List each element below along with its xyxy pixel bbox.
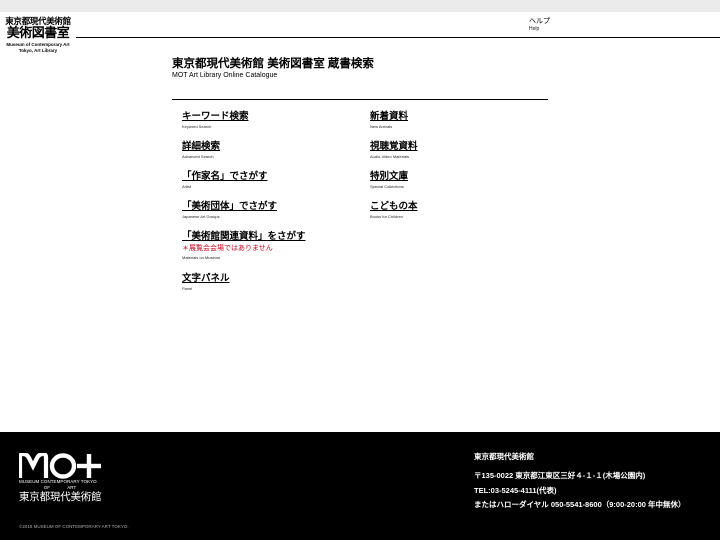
footer-address: 〒135-0022 東京都江東区三好４-１-１(木場公園内): [474, 471, 646, 480]
art-groups-search-link[interactable]: 「美術団体」でさがす Japanese Art Groups: [182, 201, 277, 220]
page-title: 東京都現代美術館 美術図書室 蔵書検索: [172, 58, 374, 70]
logo-english-line2: Tokyo, Art Library: [18, 48, 58, 53]
keyword-search-link[interactable]: キーワード検索 Keyword Search: [182, 111, 249, 130]
page-subtitle: MOT Art Library Online Catalogue: [172, 72, 278, 79]
footer-hello-dial: またはハローダイヤル 050-5541-8600（9:00-20:00 年中無休…: [474, 500, 686, 509]
menu-sublabel: Artist: [182, 184, 192, 189]
menu-sublabel: Advanced Search: [182, 154, 214, 159]
menu-label: 特別文庫: [370, 171, 409, 182]
menu-label: 「美術団体」でさがす: [182, 201, 278, 212]
library-logo[interactable]: 東京都現代美術館 美術図書室 Museum of Contemporary Ar…: [4, 16, 72, 54]
menu-label: 「美術館関連資料」をさがす: [182, 231, 306, 242]
childrens-books-link[interactable]: こどもの本 Books for Children: [370, 201, 418, 220]
menu-sublabel: New Arrivals: [370, 124, 393, 129]
copyright: ©2018 MUSEUM OF CONTEMPORARY ART TOKYO.: [19, 524, 129, 529]
advanced-search-link[interactable]: 詳細検索 Advanced Search: [182, 141, 220, 160]
menu-sublabel: Books for Children: [370, 214, 403, 219]
menu-note: ＊展覧会会場ではありません: [182, 245, 273, 252]
menu-label: こどもの本: [370, 201, 418, 212]
help-link[interactable]: ヘルプ Help: [529, 17, 550, 33]
menu-label: 視聴覚資料: [370, 141, 418, 152]
artist-search-link[interactable]: 「作家名」でさがす Artist: [182, 171, 268, 190]
mot-logo-line1: MUSEUM CONTEMPORARY TOKYO: [19, 479, 97, 484]
menu-sublabel: Materials on Museum: [182, 255, 221, 260]
panel-link[interactable]: 文字パネル Panel: [182, 273, 230, 292]
audio-video-link[interactable]: 視聴覚資料 Audio-Video Materials: [370, 141, 418, 160]
top-bar: [0, 0, 720, 12]
menu-sublabel: Keyword Search: [182, 124, 212, 129]
help-label: ヘルプ: [529, 18, 550, 25]
menu-label: 新着資料: [370, 111, 409, 122]
mot-logo-mark: [19, 453, 101, 479]
footer-museum-name: 東京都現代美術館: [474, 452, 534, 461]
menu-label: 文字パネル: [182, 273, 230, 284]
mot-logo-line2: OF ART: [43, 485, 77, 490]
new-arrivals-link[interactable]: 新着資料 New Arrivals: [370, 111, 408, 130]
menu-label: 詳細検索: [182, 141, 221, 152]
help-sublabel: Help: [529, 26, 540, 32]
header-divider: [76, 37, 720, 38]
special-collections-link[interactable]: 特別文庫 Special Collections: [370, 171, 408, 190]
footer-phone: TEL:03-5245-4111(代表): [474, 486, 557, 495]
menu-sublabel: Special Collections: [370, 184, 404, 189]
menu-sublabel: Japanese Art Groups: [182, 214, 220, 219]
logo-library-name: 美術図書室: [6, 25, 70, 40]
menu-sublabel: Audio-Video Materials: [370, 154, 410, 159]
museum-materials-link[interactable]: 「美術館関連資料」をさがす ＊展覧会会場ではありません Materials on…: [182, 231, 306, 261]
title-divider: [172, 99, 548, 100]
mot-logo-kanji: 東京都現代美術館: [19, 491, 102, 503]
menu-sublabel: Panel: [182, 286, 193, 291]
menu-label: キーワード検索: [182, 111, 249, 122]
menu-label: 「作家名」でさがす: [182, 171, 268, 182]
